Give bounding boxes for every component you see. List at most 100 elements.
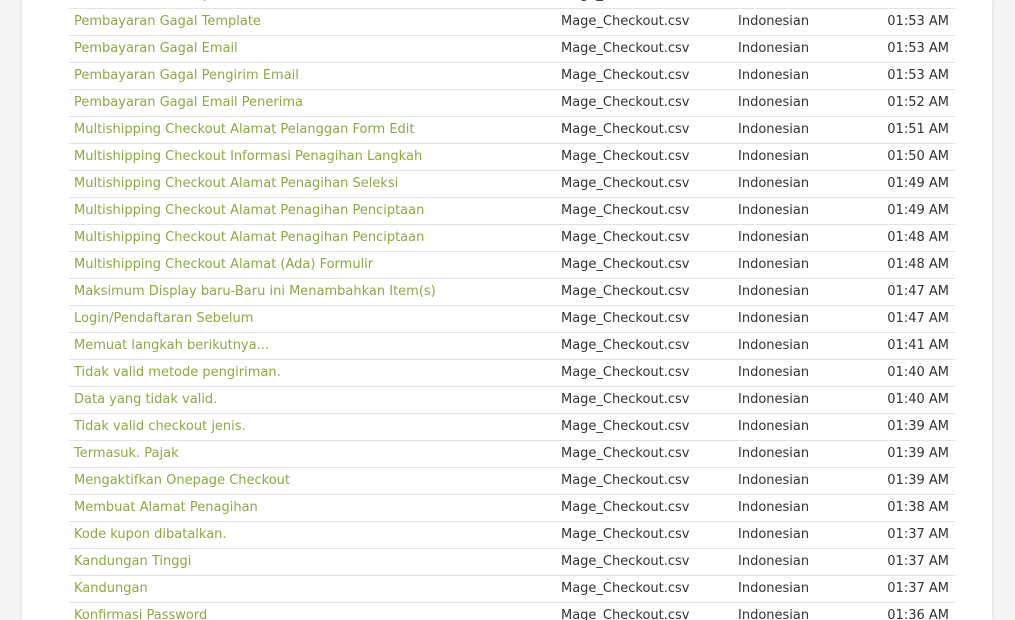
translation-link[interactable]: Termasuk. Pajak (74, 441, 554, 467)
translation-link[interactable]: Multishipping Checkout Alamat Penagihan … (74, 171, 554, 197)
translation-link[interactable]: Multishipping Checkout Informasi Penagih… (74, 144, 554, 170)
language: Indonesian (738, 68, 810, 83)
table-row: Pembayaran Gagal Pengirim Email Mage_Chec… (69, 63, 955, 90)
translation-link[interactable]: Konfirmasi Password (74, 603, 554, 620)
timestamp: 01:53 AM (887, 41, 949, 56)
source-file: Mage_Checkout.csv (561, 257, 690, 272)
timestamp: 01:50 AM (887, 149, 949, 164)
language: Indonesian (738, 338, 810, 353)
source-file: Mage_Checkout.csv (561, 176, 690, 191)
timestamp: 01:38 AM (887, 500, 949, 515)
source-file: Mage_Checkout.csv (561, 608, 690, 620)
language: Indonesian (738, 230, 810, 245)
timestamp: 01:40 AM (887, 392, 949, 407)
table-row: Multishipping Checkout Alamat Pelanggan … (69, 117, 955, 144)
source-file: Mage_Checkout.csv (561, 473, 690, 488)
source-file: Mage_Checkout.csv (561, 338, 690, 353)
translation-link[interactable]: Tidak valid checkout jenis. (74, 414, 554, 440)
source-file: Mage_Checkout.csv (561, 0, 731, 8)
table-row: Mengaktifkan Onepage Checkout Mage_Checko… (69, 468, 955, 495)
table-row: Tidak valid checkout jenis. Mage_Checkout… (69, 414, 955, 441)
timestamp: 01:48 AM (887, 257, 949, 272)
translation-link[interactable]: Kandungan Tinggi (74, 549, 554, 575)
translation-link[interactable]: Membuat Alamat Penagihan (74, 495, 554, 521)
timestamp: 01:47 AM (887, 311, 949, 326)
translation-link[interactable]: Pembayaran Gagal Template (74, 9, 554, 35)
language: Indonesian (738, 392, 810, 407)
translation-link[interactable]: Multishipping Checkout Alamat Penagihan … (74, 225, 554, 251)
translation-link[interactable]: Maksimum Display baru-Baru ini Menambahk… (74, 279, 554, 305)
language: Indonesian (738, 257, 810, 272)
timestamp: 01:47 AM (887, 284, 949, 299)
language: Indonesian (738, 311, 810, 326)
table-row: Multishipping Checkout Alamat (Ada) Form… (69, 252, 955, 279)
timestamp: 01:37 AM (887, 554, 949, 569)
table-row: Tidak valid metode pengiriman. Mage_Check… (69, 360, 955, 387)
table-row: Maksimum Display baru-Baru ini Menambahk… (69, 279, 955, 306)
source-file: Mage_Checkout.csv (561, 311, 690, 326)
timestamp: 01:49 AM (887, 203, 949, 218)
source-file: Mage_Checkout.csv (561, 392, 690, 407)
language: Indonesian (738, 608, 810, 620)
language: Indonesian (738, 446, 810, 461)
translations-panel: Quote Booster Modip (Iklan) Mage_Checkout… (22, 0, 992, 620)
translation-link[interactable]: Multishipping Checkout Alamat Penagihan … (74, 198, 554, 224)
source-file: Mage_Checkout.csv (561, 41, 690, 56)
table-row: Multishipping Checkout Informasi Penagih… (69, 144, 955, 171)
language: Indonesian (738, 149, 810, 164)
timestamp: 01:39 AM (887, 473, 949, 488)
language: Indonesian (738, 500, 810, 515)
translation-link[interactable]: Memuat langkah berikutnya... (74, 333, 554, 359)
source-file: Mage_Checkout.csv (561, 122, 690, 137)
table-row: Pembayaran Gagal Template Mage_Checkout.c… (69, 9, 955, 36)
table-row: Termasuk. Pajak Mage_Checkout.csv Indonesi… (69, 441, 955, 468)
language: Indonesian (738, 203, 810, 218)
timestamp: 01:53 AM (887, 68, 949, 83)
translation-link[interactable]: Data yang tidak valid. (74, 387, 554, 413)
translation-link[interactable]: Multishipping Checkout Alamat Pelanggan … (74, 117, 554, 143)
translation-link[interactable]: Pembayaran Gagal Pengirim Email (74, 63, 554, 89)
language: Indonesian (738, 419, 810, 434)
translation-link[interactable]: Multishipping Checkout Alamat (Ada) Form… (74, 252, 554, 278)
translation-link[interactable]: Mengaktifkan Onepage Checkout (74, 468, 554, 494)
language: Indonesian (738, 473, 810, 488)
translation-link[interactable]: Kode kupon dibatalkan. (74, 522, 554, 548)
table-row: Kandungan Mage_Checkout.csv Indonesian 01:3… (69, 576, 955, 603)
table-row: Quote Booster Modip (Iklan) Mage_Checkout… (69, 0, 955, 9)
timestamp: 01:36 AM (887, 608, 949, 620)
source-file: Mage_Checkout.csv (561, 230, 690, 245)
language: Indonesian (738, 554, 810, 569)
table-row: Kandungan Tinggi Mage_Checkout.csv Indones… (69, 549, 955, 576)
source-file: Mage_Checkout.csv (561, 554, 690, 569)
translation-link[interactable]: Pembayaran Gagal Email Penerima (74, 90, 554, 116)
timestamp: 01:48 AM (887, 230, 949, 245)
translation-link[interactable]: Kandungan (74, 576, 554, 602)
table-row: Login/Pendaftaran Sebelum Mage_Checkout.c… (69, 306, 955, 333)
page: Quote Booster Modip (Iklan) Mage_Checkout… (0, 0, 1015, 620)
language: Indonesian (738, 176, 810, 191)
timestamp: 01:41 AM (887, 338, 949, 353)
source-file: Mage_Checkout.csv (561, 419, 690, 434)
source-file: Mage_Checkout.csv (561, 68, 690, 83)
timestamp: 01:40 AM (887, 365, 949, 380)
source-file: Mage_Checkout.csv (561, 365, 690, 380)
source-file: Mage_Checkout.csv (561, 95, 690, 110)
source-file: Mage_Checkout.csv (561, 500, 690, 515)
table-row: Konfirmasi Password Mage_Checkout.csv Indo… (69, 603, 955, 620)
language: Indonesian (738, 0, 878, 8)
source-file: Mage_Checkout.csv (561, 581, 690, 596)
table-row: Multishipping Checkout Alamat Penagihan … (69, 225, 955, 252)
source-file: Mage_Checkout.csv (561, 149, 690, 164)
translation-link[interactable]: Pembayaran Gagal Email (74, 36, 554, 62)
translation-link[interactable]: Tidak valid metode pengiriman. (74, 360, 554, 386)
timestamp: 01:52 AM (887, 95, 949, 110)
language: Indonesian (738, 41, 810, 56)
timestamp: 01:51 AM (887, 122, 949, 137)
translation-link[interactable]: Login/Pendaftaran Sebelum (74, 306, 554, 332)
timestamp: 01:39 AM (887, 446, 949, 461)
source-file: Mage_Checkout.csv (561, 203, 690, 218)
translation-link[interactable]: Quote Booster Modip (Iklan) (74, 0, 554, 8)
table-row: Pembayaran Gagal Email Penerima Mage_Chec… (69, 90, 955, 117)
language: Indonesian (738, 527, 810, 542)
table-row: Pembayaran Gagal Email Mage_Checkout.csv I… (69, 36, 955, 63)
